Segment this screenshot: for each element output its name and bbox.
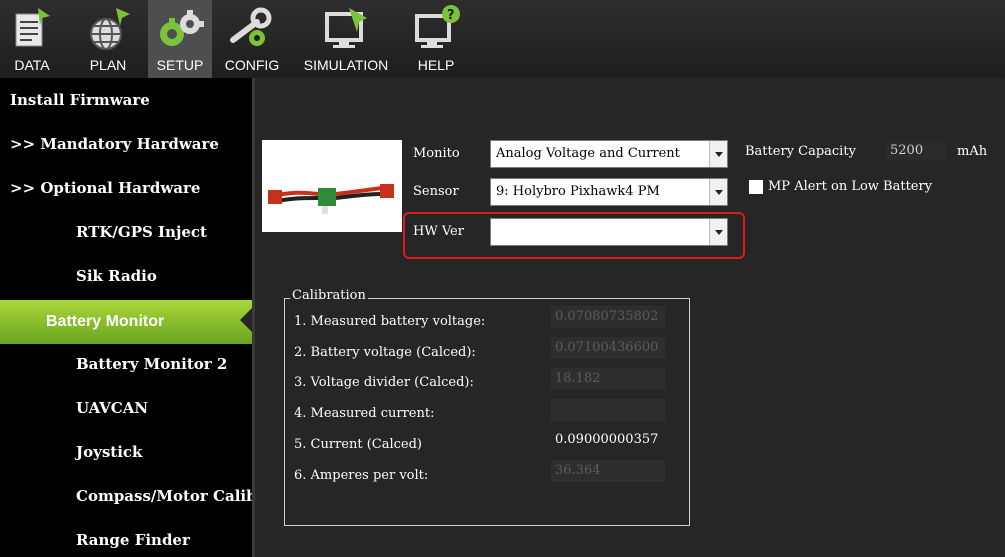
calib-measured-voltage-input[interactable]: 0.07080735802 bbox=[551, 306, 665, 328]
panel-divider bbox=[252, 78, 255, 557]
sidebar-item-sik-radio[interactable]: Sik Radio bbox=[0, 254, 252, 298]
wrench-icon bbox=[230, 7, 272, 46]
sensor-select[interactable]: 9: Holybro Pixhawk4 PM bbox=[490, 178, 728, 206]
sidebar-item-range-finder[interactable]: Range Finder bbox=[0, 518, 252, 557]
hwver-highlight-box bbox=[403, 212, 745, 259]
power-module-image bbox=[262, 140, 402, 232]
toolbar-simulation-label: SIMULATION bbox=[303, 57, 389, 73]
calib-battery-voltage-value: 0.07100436600 bbox=[551, 337, 665, 359]
toolbar-simulation-button[interactable]: SIMULATION bbox=[296, 4, 396, 76]
sidebar: Install Firmware >> Mandatory Hardware >… bbox=[0, 78, 256, 557]
sidebar-item-compass-motor-calib[interactable]: Compass/Motor Calib bbox=[0, 474, 252, 518]
calib-current-calced-label: 5. Current (Calced) bbox=[294, 437, 423, 452]
globe-icon bbox=[90, 8, 130, 50]
sensor-label: Sensor bbox=[413, 184, 459, 199]
toolbar-setup-label: SETUP bbox=[156, 57, 204, 73]
toolbar-config-button[interactable]: CONFIG bbox=[222, 4, 282, 76]
chevron-down-icon[interactable] bbox=[709, 141, 727, 167]
toolbar-plan-label: PLAN bbox=[89, 57, 127, 73]
calib-current-calced-value: 0.09000000357 bbox=[551, 429, 665, 451]
chevron-down-icon[interactable] bbox=[709, 179, 727, 205]
mp-alert-label: MP Alert on Low Battery bbox=[768, 179, 933, 194]
sidebar-item-battery-monitor-2[interactable]: Battery Monitor 2 bbox=[0, 342, 252, 386]
toolbar-help-label: HELP bbox=[417, 57, 455, 73]
sidebar-item-optional-hardware[interactable]: >> Optional Hardware bbox=[0, 166, 252, 210]
calib-measured-current-input[interactable] bbox=[551, 399, 665, 421]
calib-battery-voltage-label: 2. Battery voltage (Calced): bbox=[294, 345, 476, 360]
battery-capacity-unit: mAh bbox=[957, 144, 988, 159]
calib-voltage-divider-label: 3. Voltage divider (Calced): bbox=[294, 375, 474, 390]
sidebar-item-battery-monitor[interactable]: Battery Monitor bbox=[0, 300, 252, 344]
toolbar-data-label: DATA bbox=[14, 57, 50, 73]
toolbar-plan-button[interactable]: PLAN bbox=[80, 4, 136, 76]
monitor-select-value: Analog Voltage and Current bbox=[496, 146, 680, 161]
gears-icon bbox=[160, 10, 204, 46]
sidebar-item-mandatory-hardware[interactable]: >> Mandatory Hardware bbox=[0, 122, 252, 166]
monitor-plane-icon bbox=[325, 8, 367, 48]
data-icon bbox=[15, 8, 50, 47]
battery-capacity-input[interactable]: 5200 bbox=[886, 141, 946, 160]
calib-measured-current-label: 4. Measured current: bbox=[294, 406, 435, 421]
calib-measured-voltage-label: 1. Measured battery voltage: bbox=[294, 314, 486, 329]
svg-text:?: ? bbox=[447, 8, 455, 23]
monitor-question-icon: ? bbox=[415, 5, 460, 48]
calib-amperes-per-volt-input[interactable]: 36.364 bbox=[551, 460, 665, 482]
calibration-title: Calibration bbox=[290, 288, 368, 303]
battery-capacity-label: Battery Capacity bbox=[745, 144, 856, 159]
toolbar-config-label: CONFIG bbox=[224, 57, 280, 73]
monitor-select[interactable]: Analog Voltage and Current bbox=[490, 140, 728, 168]
sidebar-item-install-firmware[interactable]: Install Firmware bbox=[0, 78, 252, 122]
toolbar-setup-button[interactable]: SETUP bbox=[148, 0, 212, 78]
monitor-label: Monito bbox=[413, 146, 460, 161]
sensor-select-value: 9: Holybro Pixhawk4 PM bbox=[496, 184, 660, 199]
calib-amperes-per-volt-label: 6. Amperes per volt: bbox=[294, 468, 429, 483]
mp-alert-checkbox[interactable] bbox=[749, 180, 763, 194]
top-toolbar: DATA PLAN SETUP CONFIG SIMULATION ? HELP bbox=[0, 0, 1005, 78]
calib-voltage-divider-input[interactable]: 18.182 bbox=[551, 368, 665, 390]
sidebar-item-uavcan[interactable]: UAVCAN bbox=[0, 386, 252, 430]
toolbar-data-button[interactable]: DATA bbox=[4, 4, 60, 76]
sidebar-item-joystick[interactable]: Joystick bbox=[0, 430, 252, 474]
power-module-picture bbox=[268, 184, 394, 214]
toolbar-help-button[interactable]: ? HELP bbox=[408, 4, 464, 76]
sidebar-item-rtk-gps-inject[interactable]: RTK/GPS Inject bbox=[0, 210, 252, 254]
